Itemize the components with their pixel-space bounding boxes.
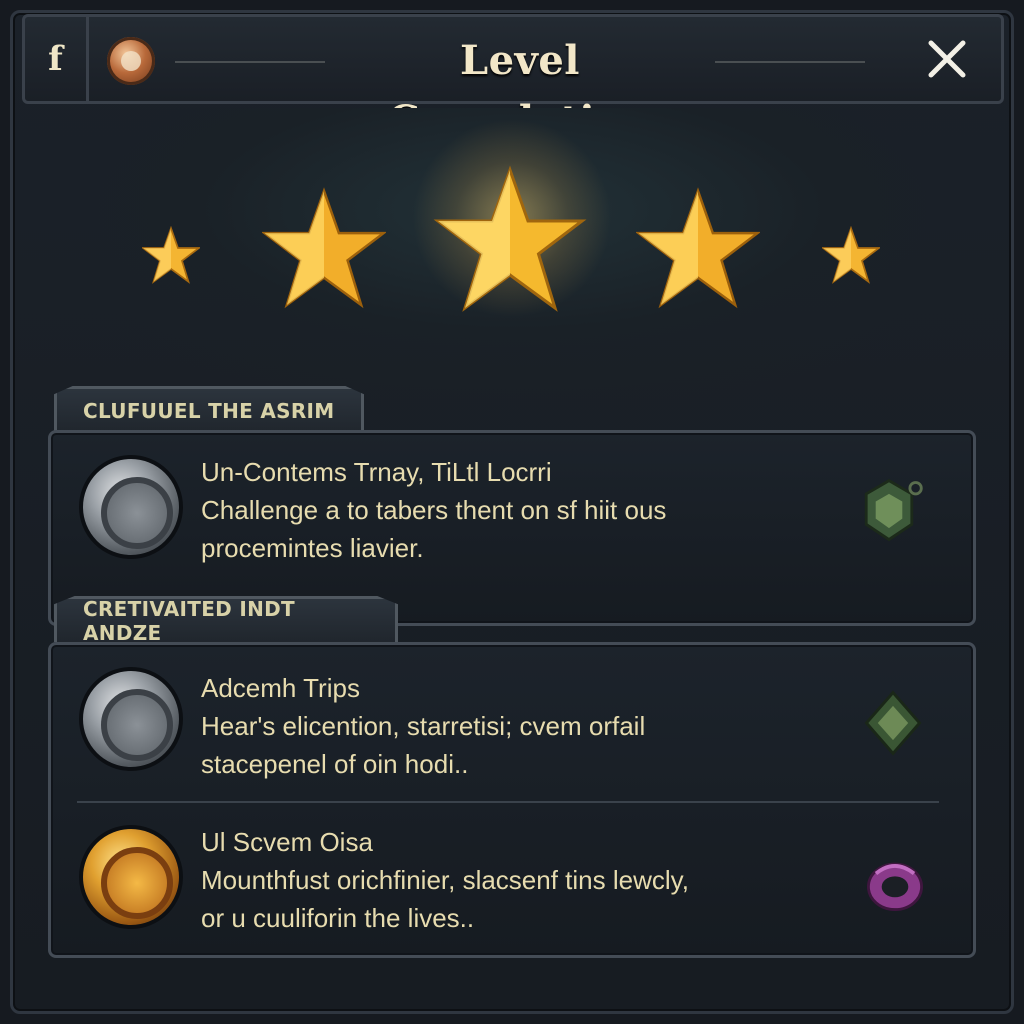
gold-medal-icon — [79, 825, 183, 929]
close-icon — [928, 40, 966, 78]
star-icon — [262, 187, 386, 309]
coin-icon — [107, 37, 155, 85]
list-item[interactable]: Un-Contems Trnay, TiLtl Locrri Challenge… — [51, 433, 973, 623]
page-title: Level Completion — [388, 37, 651, 144]
item-title: Un-Contems Trnay, TiLtl Locrri — [201, 457, 552, 487]
item-line: Hear's elicention, starretisi; cvem orfa… — [201, 711, 646, 741]
item-line: procemintes liavier. — [201, 533, 424, 563]
small-star-icon — [142, 226, 200, 284]
section-tab[interactable]: CLUFUUEL THE ASRIM — [54, 386, 364, 432]
close-button[interactable] — [919, 31, 975, 87]
item-line: Challenge a to tabers thent on sf hiit o… — [201, 495, 667, 525]
green-gem-icon — [864, 690, 922, 756]
title-divider-left — [175, 61, 325, 63]
silver-medal-icon — [79, 455, 183, 559]
item-line: Mounthfust orichfinier, slacsenf tins le… — [201, 865, 689, 895]
item-divider — [77, 801, 939, 803]
section-tab[interactable]: CRETIVAITED INDT ANDZE — [54, 596, 398, 642]
item-description: Un-Contems Trnay, TiLtl Locrri Challenge… — [201, 453, 821, 567]
list-item[interactable]: Adcemh Trips Hear's elicention, starreti… — [51, 645, 973, 797]
green-amulet-icon — [864, 478, 923, 542]
header-bar: f Level Completion — [22, 14, 1004, 144]
facebook-share-button[interactable]: f — [25, 17, 89, 101]
silver-medal-icon — [79, 667, 183, 771]
star-icon — [636, 187, 760, 309]
title-divider-right — [715, 61, 865, 63]
center-star-icon — [433, 165, 587, 312]
item-title: Adcemh Trips — [201, 673, 360, 703]
small-star-icon — [822, 226, 880, 284]
item-description: Ul Scvem Oisa Mounthfust orichfinier, sl… — [201, 823, 821, 937]
purple-ring-icon — [866, 862, 924, 912]
list-item[interactable]: Ul Scvem Oisa Mounthfust orichfinier, sl… — [51, 805, 973, 955]
item-title: Ul Scvem Oisa — [201, 827, 373, 857]
star-rating — [22, 108, 1004, 398]
item-line: stacepenel of oin hodi.. — [201, 749, 469, 779]
item-description: Adcemh Trips Hear's elicention, starreti… — [201, 669, 821, 783]
item-line: or u cuuliforin the lives.. — [201, 903, 475, 933]
section-panel: Adcemh Trips Hear's elicention, starreti… — [48, 642, 976, 958]
